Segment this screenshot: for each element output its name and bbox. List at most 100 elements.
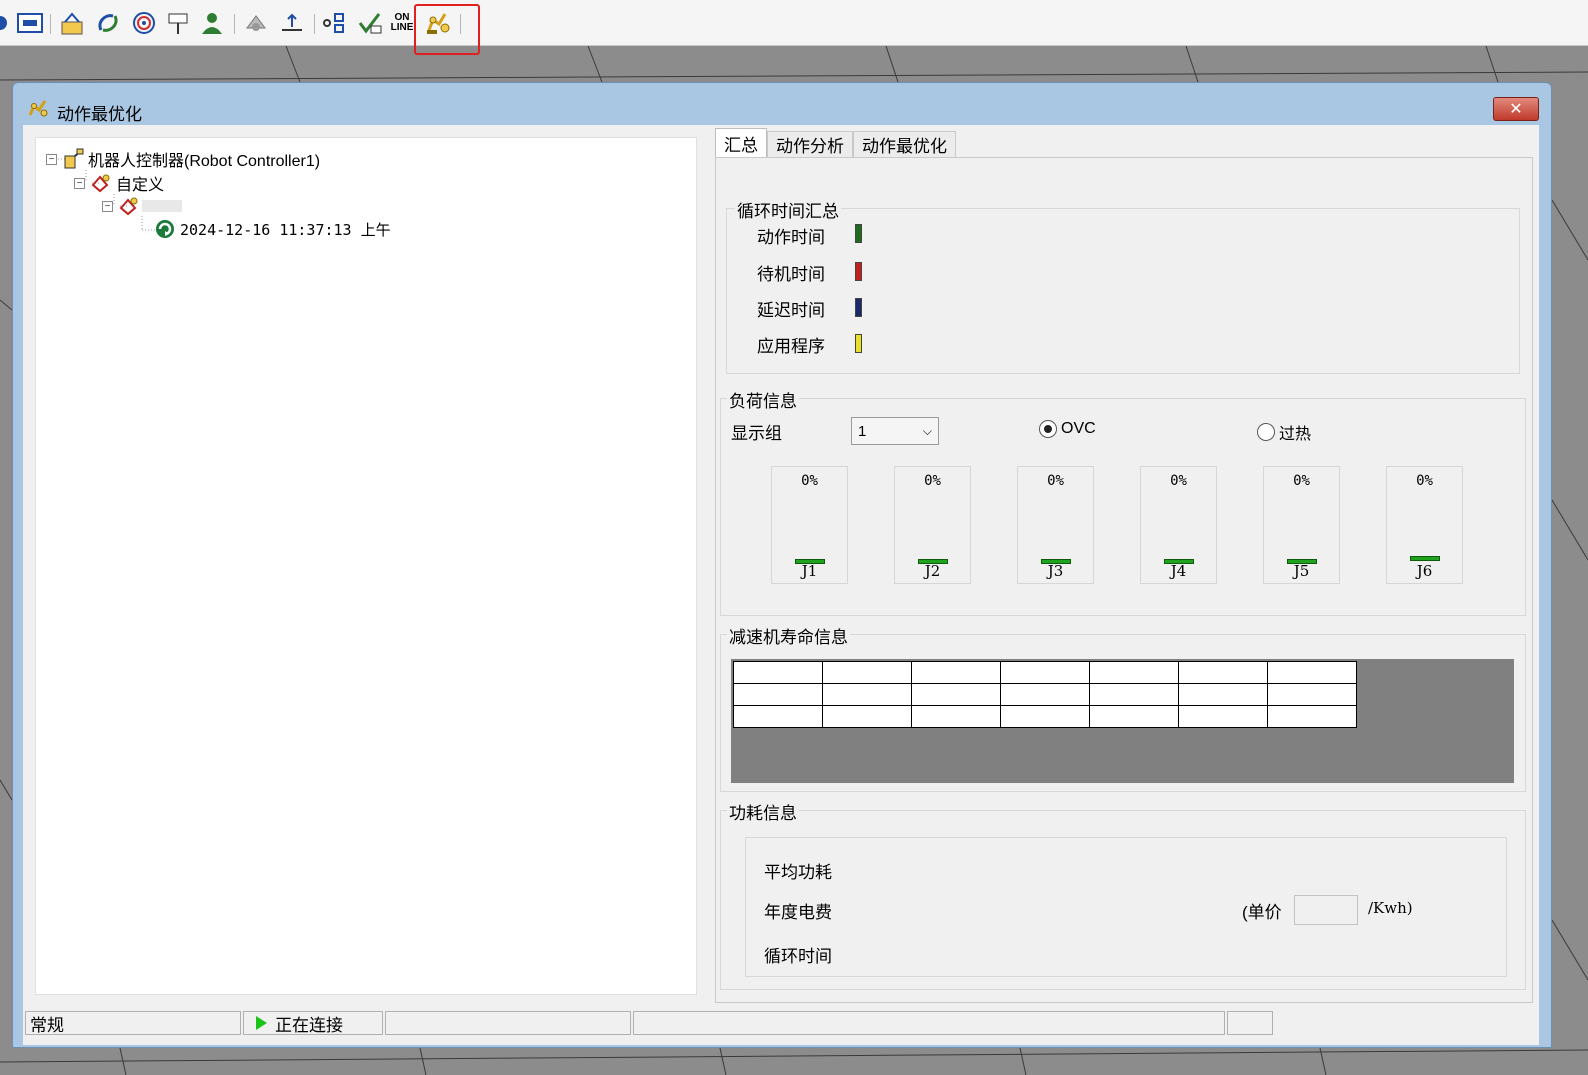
unit-price-input[interactable]	[1294, 895, 1358, 925]
status-connection: 正在连接	[243, 1011, 383, 1035]
user-icon[interactable]	[198, 9, 226, 37]
motion-optimize-dialog: 动作最优化 ✕ − 机器人控制器(Robot Controller1) − 自定…	[12, 82, 1552, 1048]
radio-overheat-dot[interactable]	[1257, 423, 1275, 441]
reducer-life-table	[733, 661, 1357, 728]
legend-motion-time: 动作时间	[757, 223, 825, 248]
online-label-bottom: LINE	[390, 22, 414, 33]
joint-j1-label: J1	[801, 562, 818, 580]
close-button[interactable]: ✕	[1493, 97, 1539, 121]
joint-j3-value: 0%	[1047, 473, 1064, 489]
tab-motion-analysis[interactable]: 动作分析	[767, 131, 853, 157]
dialog-title: 动作最优化	[57, 105, 142, 124]
controller-tree[interactable]: − 机器人控制器(Robot Controller1) − 自定义 − 2024…	[35, 137, 697, 995]
check-icon[interactable]	[356, 9, 384, 37]
avg-power-label: 平均功耗	[764, 863, 832, 882]
legend-standby-time: 待机时间	[757, 260, 825, 285]
display-group-select[interactable]: 1 ⌵	[851, 417, 939, 445]
prev-icon[interactable]	[0, 9, 14, 37]
legend-standby-time-label: 待机时间	[757, 265, 825, 284]
signpost-icon[interactable]	[164, 9, 192, 37]
joint-gauge-j5: 0% J5	[1263, 466, 1340, 584]
toolbar-highlight-box	[414, 4, 480, 55]
status-cell-3	[385, 1011, 631, 1035]
joint-j6-label: J6	[1416, 562, 1433, 580]
tree-node-custom[interactable]: − 自定义	[74, 172, 164, 194]
legend-application: 应用程序	[757, 332, 825, 357]
tree-node-controller-label: 机器人控制器(Robot Controller1)	[88, 153, 321, 170]
collapse-toggle[interactable]: −	[74, 177, 85, 189]
player-icon[interactable]	[16, 9, 44, 37]
power-info-title: 功耗信息	[727, 799, 799, 824]
joint-j2-label: J2	[924, 562, 941, 580]
power-info-group: 功耗信息 平均功耗 年度电费 循环时间 (单价 /Kwh)	[720, 799, 1526, 990]
joint-j2-value: 0%	[924, 473, 941, 489]
display-group-value: 1	[858, 422, 867, 440]
joint-gauge-j4: 0% J4	[1140, 466, 1217, 584]
cycle-summary-title: 循环时间汇总	[735, 197, 841, 222]
tab-motion-optimization[interactable]: 动作最优化	[853, 131, 956, 157]
robot-controller-icon	[64, 148, 84, 169]
radio-overheat-label: 过热	[1279, 426, 1312, 443]
status-connection-label: 正在连接	[275, 1015, 343, 1035]
table-row	[733, 661, 1357, 684]
dialog-titlebar[interactable]: 动作最优化 ✕	[13, 83, 1551, 125]
joint-j4-label: J4	[1170, 562, 1187, 580]
legend-motion-time-swatch	[855, 224, 862, 243]
right-panel: 汇总 动作分析 动作最优化 循环时间汇总 动作时间 待机时间 延迟时间 应用程序	[715, 127, 1533, 1005]
load-info-group: 负荷信息 显示组 1 ⌵ OVC 过热 0% J1 0% J2 0% J3 0%…	[720, 387, 1526, 616]
record-icon	[156, 220, 174, 238]
cycle-summary-group: 循环时间汇总 动作时间 待机时间 延迟时间 应用程序	[726, 197, 1520, 374]
tree-node-controller[interactable]: − 机器人控制器(Robot Controller1)	[46, 148, 320, 170]
display-group-label: 显示组	[731, 424, 782, 443]
unit-price-prefix: (单价	[1242, 903, 1282, 922]
joint-j1-value: 0%	[801, 473, 818, 489]
status-cell-4	[633, 1011, 1225, 1035]
network-icon[interactable]	[58, 9, 86, 37]
joint-j3-label: J3	[1047, 562, 1064, 580]
measure-icon[interactable]	[278, 9, 306, 37]
radio-ovc-dot[interactable]	[1039, 420, 1057, 438]
cycle-time-label: 循环时间	[764, 947, 832, 966]
joint-j6-bar	[1410, 556, 1440, 561]
annual-cost-label: 年度电费	[764, 903, 832, 922]
legend-motion-time-label: 动作时间	[757, 228, 825, 247]
joint-j4-value: 0%	[1170, 473, 1187, 489]
status-cell-5	[1227, 1011, 1273, 1035]
status-bar: 常规 正在连接	[23, 1009, 1539, 1039]
reducer-life-title: 减速机寿命信息	[727, 623, 850, 648]
joint-gauge-j6: 0% J6	[1386, 466, 1463, 584]
chevron-down-icon: ⌵	[922, 424, 932, 438]
tree-node-program[interactable]: −	[102, 195, 182, 217]
reducer-life-grid[interactable]	[731, 659, 1514, 783]
radio-overheat[interactable]: 过热	[1257, 420, 1311, 444]
power-info-inner: 平均功耗 年度电费 循环时间 (单价 /Kwh)	[745, 837, 1507, 977]
tree-node-custom-label: 自定义	[116, 177, 165, 194]
close-icon: ✕	[1509, 101, 1523, 118]
io-icon[interactable]	[320, 9, 348, 37]
status-mode: 常规	[25, 1011, 241, 1035]
collapse-toggle[interactable]: −	[102, 200, 113, 212]
legend-standby-time-swatch	[855, 262, 862, 281]
collapse-toggle[interactable]: −	[46, 153, 57, 165]
online-icon[interactable]: ON LINE	[388, 9, 416, 37]
summary-tab-content: 循环时间汇总 动作时间 待机时间 延迟时间 应用程序 负荷信息 显示组 1 ⌵ …	[715, 157, 1533, 1003]
joint-j5-label: J5	[1293, 562, 1310, 580]
legend-application-label: 应用程序	[757, 337, 825, 356]
tree-node-program-label	[142, 200, 182, 212]
joint-j5-value: 0%	[1293, 473, 1310, 489]
unit-price-suffix: /Kwh)	[1368, 899, 1413, 917]
tab-summary[interactable]: 汇总	[715, 128, 767, 158]
camera-icon[interactable]	[242, 9, 270, 37]
tree-node-record[interactable]: 2024-12-16 11:37:13 上午	[154, 218, 391, 240]
recycle-icon[interactable]	[94, 9, 122, 37]
program-icon	[119, 197, 138, 216]
table-row	[733, 705, 1357, 728]
reducer-life-group: 减速机寿命信息	[720, 623, 1526, 792]
joint-j6-value: 0%	[1416, 473, 1433, 489]
target-icon[interactable]	[130, 9, 158, 37]
legend-delay-time-swatch	[855, 298, 862, 317]
radio-ovc[interactable]: OVC	[1039, 420, 1096, 438]
play-icon	[256, 1016, 267, 1030]
dialog-client-area: − 机器人控制器(Robot Controller1) − 自定义 − 2024…	[23, 125, 1539, 1045]
motion-optimize-icon	[27, 98, 49, 125]
